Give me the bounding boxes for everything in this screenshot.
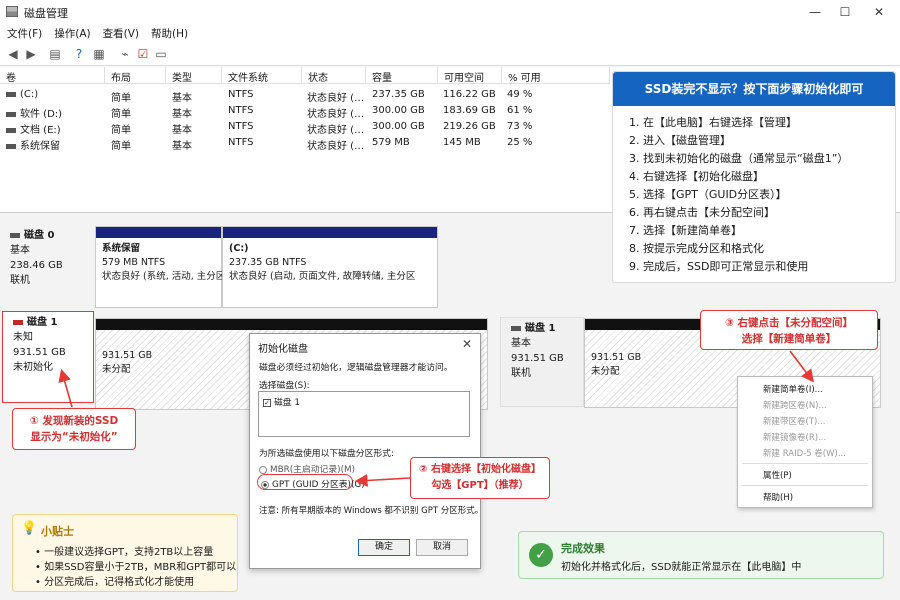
tip-item: • 如果SSD容量小于2TB，MBR和GPT都可以 <box>35 562 237 573</box>
tip-item: • 分区完成后，记得格式化才能使用 <box>35 577 195 588</box>
arrow-step3 <box>789 350 814 383</box>
lightbulb-icon: 💡 <box>21 521 38 536</box>
check-circle-icon: ✓ <box>529 543 553 567</box>
annotation-arrows <box>58 350 814 487</box>
tips-title: 小贴士 <box>41 525 74 538</box>
tip-item: • 一般建议选择GPT，支持2TB以上容量 <box>35 547 214 558</box>
tips-box: 💡 小贴士 • 一般建议选择GPT，支持2TB以上容量 • 如果SSD容量小于2… <box>12 514 238 592</box>
result-title: 完成效果 <box>561 542 605 555</box>
arrow-step1 <box>58 368 73 408</box>
arrow-step2 <box>354 474 411 487</box>
result-text: 初始化并格式化后，SSD就能正常显示在【此电脑】中 <box>561 562 802 573</box>
result-box: ✓ 完成效果 初始化并格式化后，SSD就能正常显示在【此电脑】中 <box>518 531 884 579</box>
